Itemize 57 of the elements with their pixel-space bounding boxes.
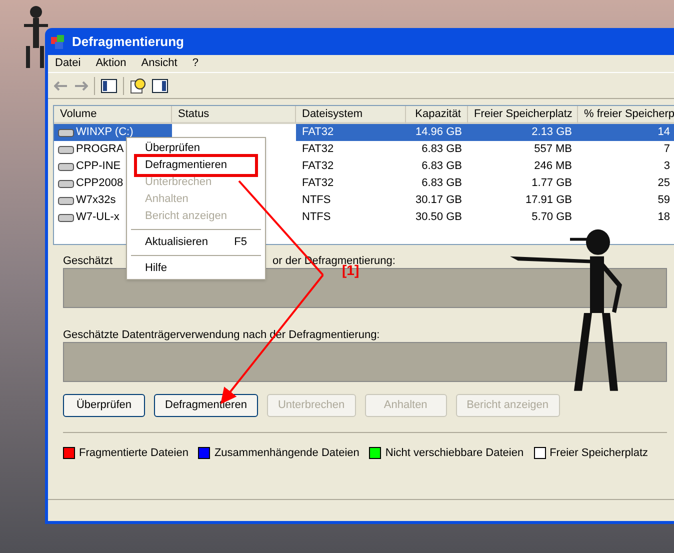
window-title: Defragmentierung (72, 32, 184, 51)
table-cell-text: 30.17 GB (416, 193, 462, 208)
table-cell-text: 30.50 GB (416, 210, 462, 226)
action-button[interactable]: Überprüfen (63, 394, 145, 417)
menu-item[interactable]: Ansicht (135, 55, 184, 72)
table-cell-text: 6.83 GB (422, 142, 462, 158)
drive-icon (58, 146, 74, 154)
help-icon[interactable] (130, 78, 146, 94)
drive-icon (58, 128, 74, 136)
column-header[interactable]: % freier Speicherp (578, 106, 674, 124)
menu-item[interactable]: Hilfe (137, 260, 255, 277)
menu-item[interactable]: Aktion (90, 55, 132, 72)
table-cell-text: 5.70 GB (532, 210, 572, 226)
drive-icon (58, 162, 74, 170)
table-cell-text: 3 (664, 159, 670, 174)
table-cell-text: 25 (658, 176, 670, 192)
table-cell-text: 18 (658, 210, 670, 226)
before-label: Geschätzt (63, 254, 113, 268)
table-cell-text: 6.83 GB (422, 159, 462, 174)
menu-item[interactable]: Defragmentieren (137, 157, 255, 174)
column-header[interactable]: Dateisystem (296, 106, 406, 124)
panel-icon[interactable] (101, 78, 117, 92)
table-cell-text: FAT32 (302, 159, 334, 174)
drive-icon (58, 214, 74, 222)
table-cell-text: 246 MB (534, 159, 572, 174)
menu-item[interactable]: Überprüfen (137, 140, 255, 157)
table-cell-text: W7-UL-x (76, 210, 120, 226)
menu-item[interactable]: ? (186, 55, 204, 72)
legend-label: Freier Speicherplatz (550, 446, 648, 461)
table-cell-text: 557 MB (534, 142, 572, 158)
legend-label: Nicht verschiebbare Dateien (385, 446, 524, 461)
table-cell-text: FAT32 (302, 142, 334, 158)
table-cell-text: PROGRA (76, 142, 124, 158)
action-button[interactable]: Defragmentieren (154, 394, 258, 417)
defrag-app-icon (50, 34, 66, 50)
table-cell-text: 7 (664, 142, 670, 158)
panel-icon[interactable] (152, 78, 168, 92)
table-cell-text: NTFS (302, 193, 331, 208)
column-header[interactable]: Status (172, 106, 296, 124)
table-cell-text: NTFS (302, 210, 331, 226)
table-cell-text: 1.77 GB (532, 176, 572, 192)
legend-label: Zusammenhängende Dateien (214, 446, 360, 461)
table-cell-text: FAT32 (302, 176, 334, 192)
drive-icon (58, 196, 74, 204)
drive-icon (58, 180, 74, 188)
legend-label: Fragmentierte Dateien (79, 446, 188, 461)
table-cell-text: 6.83 GB (422, 176, 462, 192)
menu-item[interactable]: Datei (49, 55, 87, 72)
menu-item[interactable]: Aktualisieren F5 (137, 234, 255, 251)
column-header[interactable]: Volume (54, 106, 172, 124)
table-cell-text: W7x32s (76, 193, 116, 208)
table-cell-text: CPP-INE (76, 159, 121, 174)
column-header[interactable]: Freier Speicherplatz (468, 106, 578, 124)
table-cell-text: 59 (658, 193, 670, 208)
column-header[interactable]: Kapazität (406, 106, 468, 124)
table-cell-text: 17.91 GB (526, 193, 572, 208)
table-cell-text: CPP2008 (76, 176, 124, 192)
